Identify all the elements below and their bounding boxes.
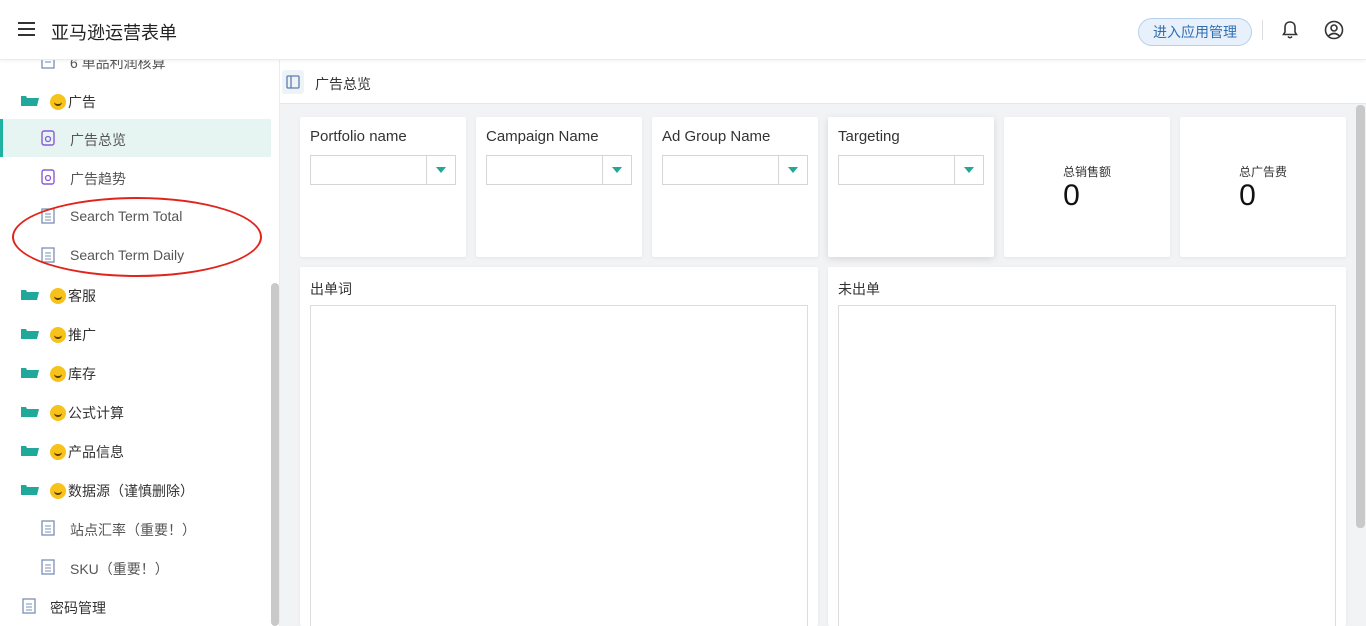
folder-icon [21, 329, 39, 339]
page-header: 广告总览 [280, 60, 1366, 104]
sidebar-item-sku[interactable]: SKU（重要！） [0, 548, 271, 586]
document-icon [41, 559, 55, 575]
sidebar-item-label: 推广 [68, 327, 96, 343]
emoji-icon [50, 366, 66, 382]
sidebar-item-label: 公式计算 [68, 405, 124, 421]
kpi-label: 总广告费 [1238, 165, 1287, 179]
emoji-icon [50, 483, 66, 499]
sidebar-item-label: 产品信息 [68, 444, 124, 460]
sidebar-item-label: Search Term Daily [70, 247, 185, 263]
panel-content[interactable] [310, 305, 808, 626]
top-bar: 亚马逊运营表单 进入应用管理 [0, 0, 1366, 60]
chevron-down-icon [778, 156, 807, 184]
sidebar-item-label: 广告总览 [70, 132, 126, 148]
sidebar-item-label: SKU（重要！） [70, 561, 169, 577]
header-divider [1262, 20, 1263, 40]
panel-unordered-terms: 未出单 [828, 267, 1346, 626]
sidebar: 6 单品利润核算 广告 广告总览 广告趋势 Search Term Total … [0, 60, 280, 626]
panel-toggle-icon[interactable] [282, 70, 304, 94]
kpi-card-total-sales: 总销售额 0 [1004, 117, 1170, 257]
filter-label: Targeting [838, 128, 900, 145]
folder-icon [21, 290, 39, 300]
filter-label: Portfolio name [310, 128, 407, 145]
chevron-down-icon [426, 156, 455, 184]
kpi-card-total-ad-spend: 总广告费 0 [1180, 117, 1346, 257]
sidebar-item-label: 库存 [68, 366, 96, 382]
chevron-down-icon [954, 156, 983, 184]
sidebar-item-label: 客服 [68, 288, 96, 304]
emoji-icon [50, 327, 66, 343]
ad-group-select[interactable] [662, 155, 808, 185]
panel-title: 出单词 [310, 281, 352, 297]
folder-icon [21, 368, 39, 378]
filter-label: Campaign Name [486, 128, 599, 145]
filter-card-ad-group: Ad Group Name [652, 117, 818, 257]
document-icon [22, 598, 36, 614]
sidebar-item-ads-overview[interactable]: 广告总览 [0, 119, 271, 157]
sidebar-folder-inventory[interactable]: 库存 [0, 353, 271, 391]
panel-ordered-terms: 出单词 [300, 267, 818, 626]
sidebar-item-label: 6 单品利润核算 [70, 60, 166, 71]
sidebar-item-search-term-daily[interactable]: Search Term Daily [0, 236, 271, 274]
emoji-icon [50, 94, 66, 110]
chevron-down-icon [602, 156, 631, 184]
folder-icon [21, 485, 39, 495]
sidebar-item-ads-trend[interactable]: 广告趋势 [0, 158, 271, 196]
report-icon [41, 169, 55, 185]
sidebar-item-label: 站点汇率（重要！） [70, 522, 196, 538]
sidebar-folder-ads[interactable]: 广告 [0, 81, 271, 119]
page-title: 广告总览 [315, 76, 371, 92]
sidebar-folder-product-info[interactable]: 产品信息 [0, 431, 271, 469]
sidebar-item-label: 广告趋势 [70, 171, 126, 187]
sidebar-scrollbar[interactable] [271, 283, 279, 626]
document-icon [41, 247, 55, 263]
document-icon [41, 208, 55, 224]
sidebar-item-password-manage[interactable]: 密码管理 [0, 587, 271, 625]
sidebar-folder-service[interactable]: 客服 [0, 275, 271, 313]
document-icon [41, 60, 55, 69]
panel-title: 未出单 [838, 281, 880, 297]
sidebar-item-label: Search Term Total [70, 208, 183, 224]
kpi-value: 0 [1063, 179, 1080, 212]
report-icon [41, 130, 55, 146]
portfolio-select[interactable] [310, 155, 456, 185]
user-avatar-icon[interactable] [1324, 20, 1344, 40]
filter-card-targeting: Targeting [828, 117, 994, 257]
sidebar-item-label: 密码管理 [50, 600, 106, 616]
kpi-label: 总销售额 [1062, 165, 1111, 179]
sidebar-item-exchange-rate[interactable]: 站点汇率（重要！） [0, 509, 271, 547]
main-content: 广告总览 Portfolio name Campaign Name Ad Gro… [280, 60, 1366, 626]
emoji-icon [50, 405, 66, 421]
filter-card-portfolio: Portfolio name [300, 117, 466, 257]
campaign-select[interactable] [486, 155, 632, 185]
sidebar-item-search-term-total[interactable]: Search Term Total [0, 197, 271, 235]
panel-content[interactable] [838, 305, 1336, 626]
sidebar-folder-promotion[interactable]: 推广 [0, 314, 271, 352]
document-icon [41, 520, 55, 536]
bell-icon[interactable] [1281, 20, 1299, 40]
enter-app-manage-button[interactable]: 进入应用管理 [1138, 18, 1252, 46]
app-title: 亚马逊运营表单 [51, 23, 177, 43]
emoji-icon [50, 288, 66, 304]
filter-label: Ad Group Name [662, 128, 771, 145]
sidebar-item-label: 数据源（谨慎删除） [68, 483, 194, 499]
emoji-icon [50, 444, 66, 460]
sidebar-item-profit[interactable]: 6 单品利润核算 [0, 60, 271, 80]
sidebar-folder-data-source[interactable]: 数据源（谨慎删除） [0, 470, 271, 508]
targeting-select[interactable] [838, 155, 984, 185]
folder-icon [21, 446, 39, 456]
main-scrollbar[interactable] [1356, 105, 1365, 528]
sidebar-item-label: 广告 [68, 94, 96, 110]
menu-icon[interactable] [18, 22, 35, 36]
kpi-value: 0 [1239, 179, 1256, 212]
filter-card-campaign: Campaign Name [476, 117, 642, 257]
sidebar-folder-formula[interactable]: 公式计算 [0, 392, 271, 430]
folder-icon [21, 96, 39, 106]
folder-icon [21, 407, 39, 417]
